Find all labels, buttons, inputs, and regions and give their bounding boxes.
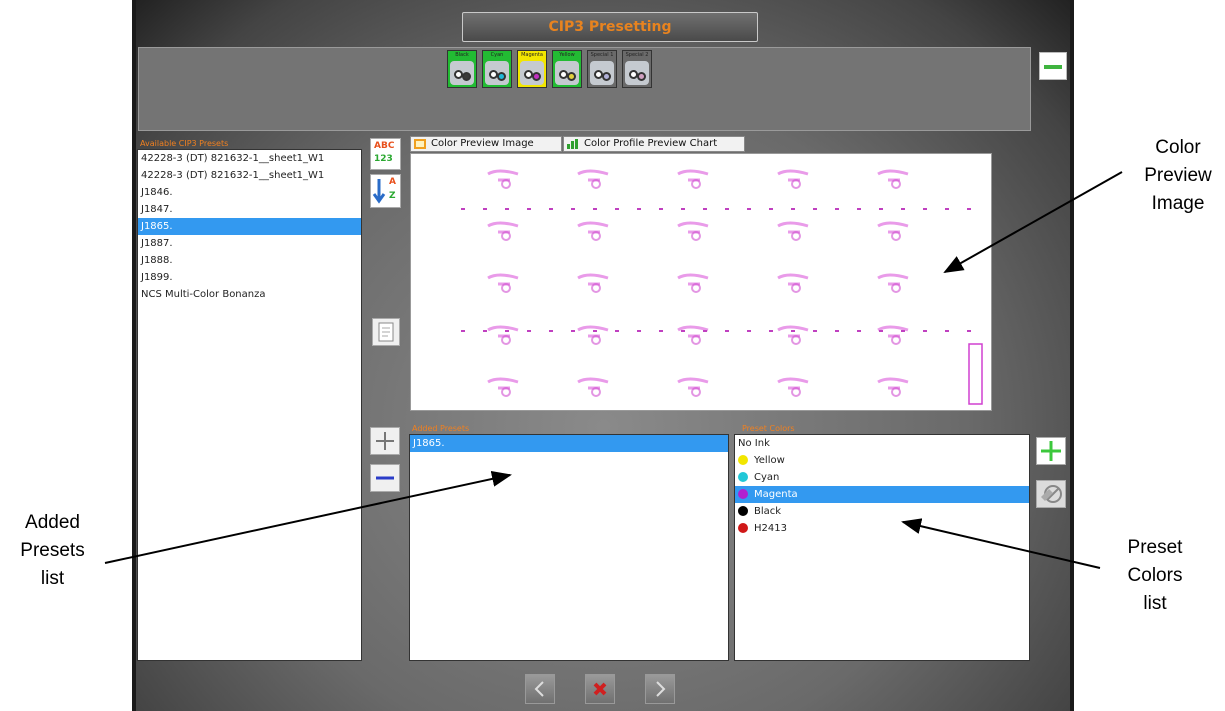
arrow-color-preview [943,171,1123,273]
callout-arrows [104,171,1123,569]
arrow-added-presets [104,471,512,564]
arrow-preset-colors [901,518,1101,569]
